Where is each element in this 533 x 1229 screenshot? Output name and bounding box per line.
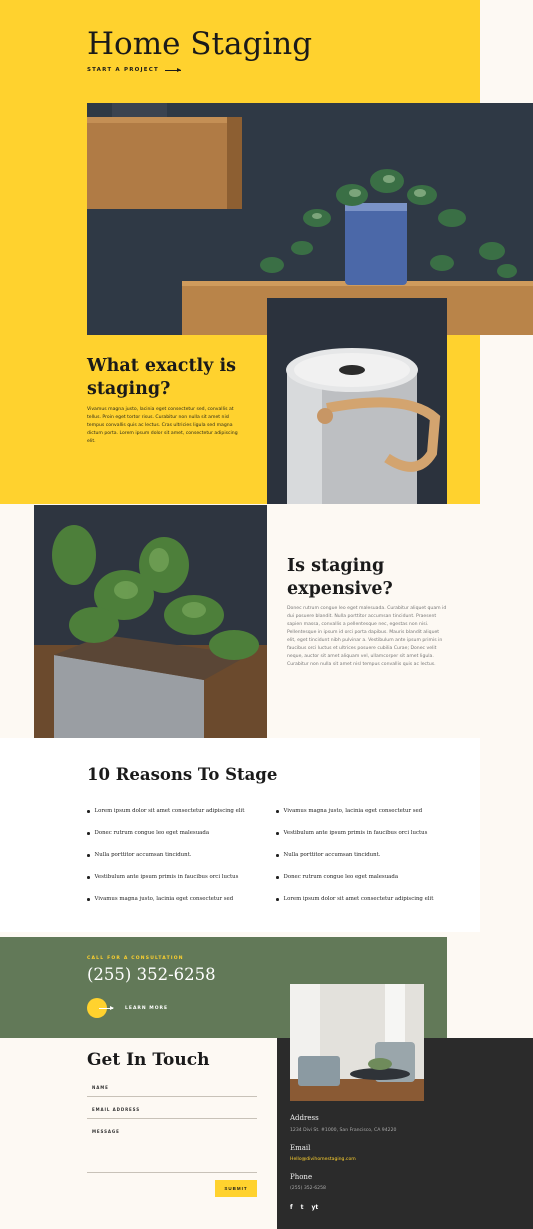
arrow-right-icon — [99, 1005, 114, 1010]
living-room-image — [290, 984, 424, 1101]
list-item-text: Nulla porttitor accumsan tincidunt. — [94, 852, 192, 858]
page-title: Home Staging — [87, 26, 313, 62]
youtube-icon[interactable]: yt — [312, 1204, 319, 1212]
message-field[interactable] — [87, 1172, 257, 1173]
list-item: Nulla porttitor accumsan tincidunt. — [276, 852, 433, 874]
list-item-text: Donec rutrum congue leo eget malesuada — [94, 830, 210, 836]
heading-line: Is staging — [287, 556, 385, 576]
what-is-staging-heading: What exactly is staging? — [87, 355, 236, 401]
list-item: Vestibulum ante ipsum primis in faucibus… — [87, 874, 244, 896]
list-item-text: Vivamus magna justo, lacinia eget consec… — [94, 896, 234, 902]
email-field[interactable] — [87, 1118, 257, 1119]
bullet-icon — [87, 898, 90, 901]
contact-heading: Get In Touch — [87, 1050, 210, 1070]
consultation-label: CALL FOR A CONSULTATION — [87, 956, 184, 961]
list-item-text: Nulla porttitor accumsan tincidunt. — [283, 852, 381, 858]
email-label: Email — [290, 1144, 311, 1152]
arrow-right-icon — [164, 67, 181, 72]
start-project-label: START A PROJECT — [87, 67, 159, 73]
message-field-label: MESSAGE — [92, 1129, 120, 1134]
list-item: Lorem ipsum dolor sit amet consectetur a… — [276, 896, 433, 918]
what-is-staging-text: Vivamus magna justo, lacinia eget consec… — [87, 407, 238, 444]
bullet-icon — [276, 832, 279, 835]
list-item-text: Lorem ipsum dolor sit amet consectetur a… — [283, 896, 434, 902]
facebook-icon[interactable]: f — [290, 1204, 293, 1212]
list-item: Donec rutrum congue leo eget malesuada — [276, 874, 433, 896]
bullet-icon — [276, 854, 279, 857]
name-field[interactable] — [87, 1096, 257, 1097]
learn-more-button[interactable]: LEARN MORE — [87, 998, 168, 1018]
is-staging-expensive-text: Donec rutrum congue leo eget malesuada. … — [287, 606, 447, 667]
email-link[interactable]: Hello@divihomestaging.com — [290, 1157, 356, 1162]
bullet-icon — [87, 854, 90, 857]
list-item: Vestibulum ante ipsum primis in faucibus… — [276, 830, 433, 852]
air-purifier-image — [267, 298, 447, 504]
name-field-label: NAME — [92, 1085, 109, 1090]
is-staging-expensive-heading: Is staging expensive? — [287, 555, 393, 601]
address-label: Address — [290, 1114, 319, 1122]
list-item-text: Donec rutrum congue leo eget malesuada — [283, 874, 399, 880]
consultation-phone[interactable]: (255) 352-6258 — [87, 965, 216, 984]
list-item: Vivamus magna justo, lacinia eget consec… — [276, 808, 433, 830]
phone-value[interactable]: (255) 352-6258 — [290, 1186, 326, 1191]
list-item-text: Vestibulum ante ipsum primis in faucibus… — [283, 830, 428, 836]
potted-plant-image — [34, 505, 267, 738]
twitter-icon[interactable]: t — [301, 1204, 304, 1212]
email-field-label: EMAIL ADDRESS — [92, 1107, 141, 1112]
heading-line: staging? — [87, 379, 171, 399]
list-item: Donec rutrum congue leo eget malesuada — [87, 830, 244, 852]
list-item-text: Lorem ipsum dolor sit amet consectetur a… — [94, 808, 245, 814]
start-project-link[interactable]: START A PROJECT — [87, 67, 181, 73]
bullet-icon — [276, 810, 279, 813]
submit-button[interactable]: SUBMIT — [215, 1180, 257, 1197]
heading-line: What exactly is — [87, 356, 236, 376]
learn-more-label: LEARN MORE — [125, 1005, 169, 1011]
reasons-list-left: Lorem ipsum dolor sit amet consectetur a… — [87, 808, 244, 918]
list-item: Lorem ipsum dolor sit amet consectetur a… — [87, 808, 244, 830]
bullet-icon — [276, 898, 279, 901]
bullet-icon — [276, 876, 279, 879]
reasons-heading: 10 Reasons To Stage — [87, 765, 278, 784]
list-item-text: Vivamus magna justo, lacinia eget consec… — [283, 808, 423, 814]
list-item: Nulla porttitor accumsan tincidunt. — [87, 852, 244, 874]
social-links: f t yt — [290, 1204, 318, 1212]
list-item-text: Vestibulum ante ipsum primis in faucibus… — [94, 874, 239, 880]
address-value: 1234 Divi St. #1000, San Francisco, CA 9… — [290, 1128, 397, 1133]
heading-line: expensive? — [287, 579, 393, 599]
phone-label: Phone — [290, 1173, 313, 1181]
bullet-icon — [87, 876, 90, 879]
list-item: Vivamus magna justo, lacinia eget consec… — [87, 896, 244, 918]
bullet-icon — [87, 832, 90, 835]
reasons-list-right: Vivamus magna justo, lacinia eget consec… — [276, 808, 433, 918]
bullet-icon — [87, 810, 90, 813]
